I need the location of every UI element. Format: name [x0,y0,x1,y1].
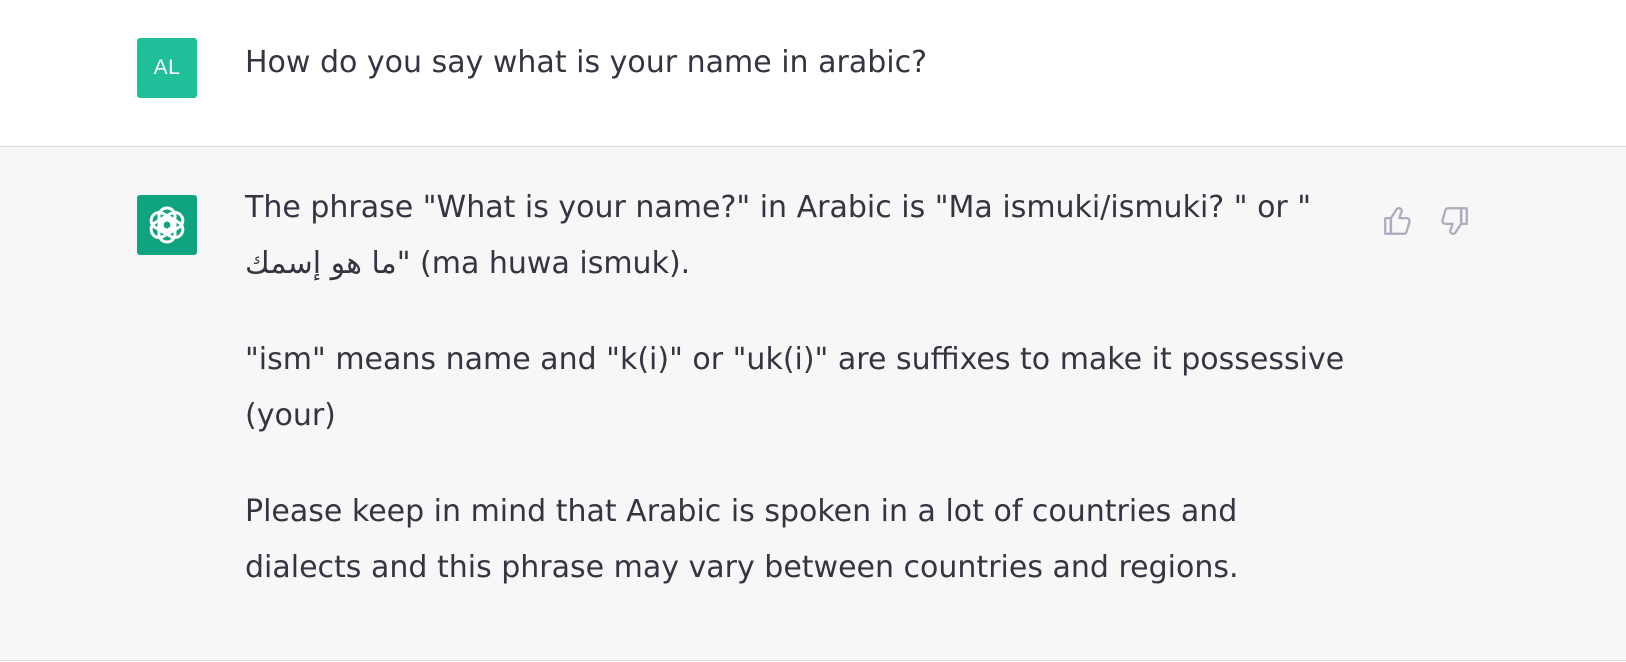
feedback-buttons [1381,204,1471,238]
user-message-row: AL How do you say what is your name in a… [0,0,1626,147]
assistant-message-text: The phrase "What is your name?" in Arabi… [245,180,1345,596]
thumbs-down-button[interactable] [1437,204,1471,238]
assistant-message-row: The phrase "What is your name?" in Arabi… [0,147,1626,661]
openai-logo-icon [149,206,185,244]
assistant-paragraph-1: The phrase "What is your name?" in Arabi… [245,190,1312,281]
user-message-text: How do you say what is your name in arab… [245,45,928,80]
thumbs-up-icon [1384,207,1411,235]
thumbs-up-button[interactable] [1381,204,1415,238]
assistant-avatar [137,195,197,255]
assistant-paragraph-2: "ism" means name and "k(i)" or "uk(i)" a… [245,342,1345,433]
user-avatar-initials: AL [153,56,181,79]
user-avatar: AL [137,38,197,98]
thumbs-down-icon [1441,207,1468,235]
assistant-paragraph-3: Please keep in mind that Arabic is spoke… [245,494,1239,585]
